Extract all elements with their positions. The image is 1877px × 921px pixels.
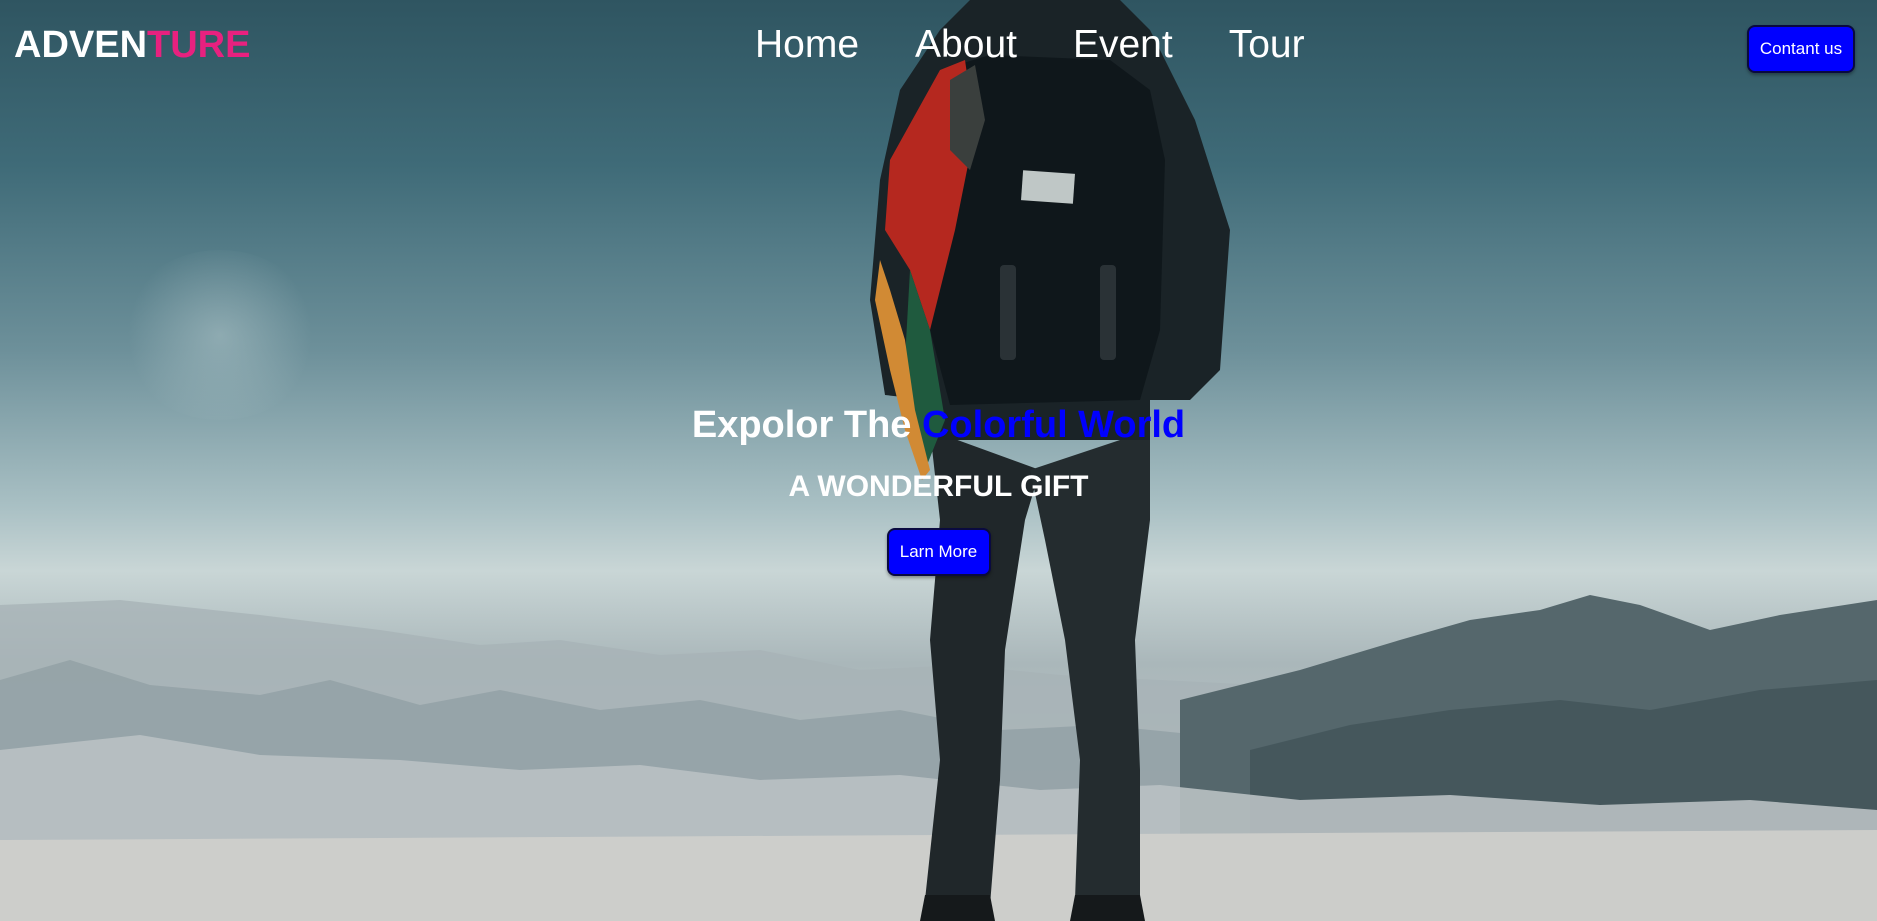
nav-links: Home About Event Tour (755, 20, 1305, 70)
contact-us-button[interactable]: Contant us (1747, 25, 1855, 73)
hero-section: ADVENTURE Home About Event Tour Contant … (0, 0, 1877, 921)
navbar: ADVENTURE Home About Event Tour Contant … (0, 0, 1877, 90)
nav-tour-link[interactable]: Tour (1229, 20, 1305, 70)
learn-more-button[interactable]: Larn More (886, 528, 991, 576)
hero-headline: Expolor The Colorful World (0, 400, 1877, 450)
nav-about-link[interactable]: About (915, 20, 1017, 70)
logo[interactable]: ADVENTURE (14, 22, 250, 68)
nav-event-link[interactable]: Event (1073, 20, 1173, 70)
headline-accent-text: Colorful World (921, 404, 1186, 446)
logo-text-accent: TURE (147, 24, 251, 66)
headline-text: Expolor The (691, 404, 922, 446)
nav-home-link[interactable]: Home (755, 20, 859, 70)
hero-content: Expolor The Colorful World A WONDERFUL G… (0, 400, 1877, 576)
sky-glow (120, 250, 320, 420)
logo-text-primary: ADVEN (14, 24, 148, 66)
hero-subheadline: A WONDERFUL GIFT (788, 470, 1089, 503)
